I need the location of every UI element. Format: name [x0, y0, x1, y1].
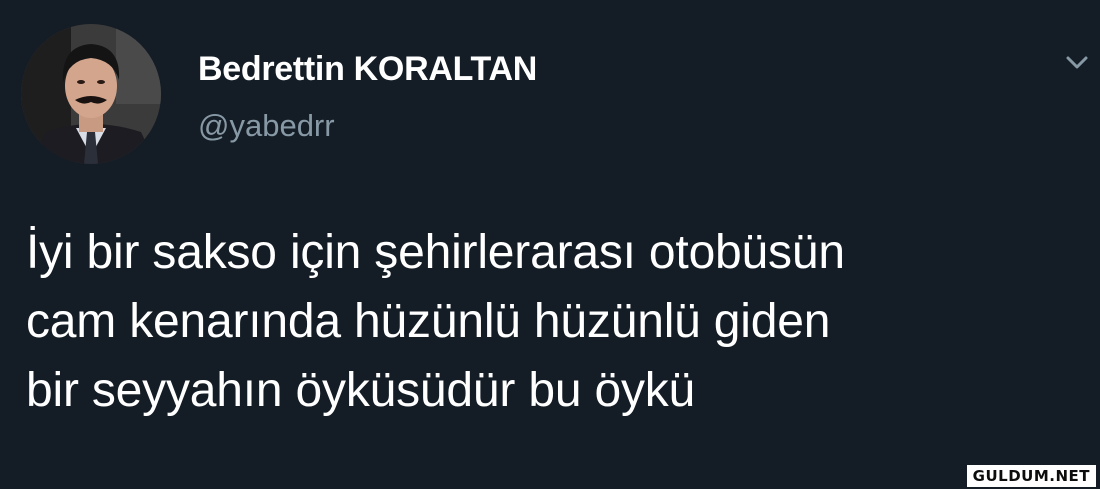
tweet-text-line: İyi bir sakso için şehirlerarası otobüsü… — [26, 226, 845, 279]
tweet-text-line: bir seyyahın öyküsüdür bu öykü — [26, 364, 696, 417]
user-handle[interactable]: @yabedrr — [198, 108, 335, 144]
avatar[interactable] — [21, 24, 161, 164]
avatar-image — [21, 24, 161, 164]
watermark: GULDUM.NET — [966, 465, 1096, 487]
display-name[interactable]: Bedrettin KORALTAN — [198, 50, 537, 89]
tweet-text: İyi bir sakso için şehirlerarası otobüsü… — [26, 218, 1086, 425]
tweet-card: Bedrettin KORALTAN @yabedrr İyi bir saks… — [0, 0, 1100, 489]
chevron-down-icon[interactable] — [1062, 50, 1092, 74]
tweet-text-line: cam kenarında hüzünlü hüzünlü giden — [26, 295, 831, 348]
